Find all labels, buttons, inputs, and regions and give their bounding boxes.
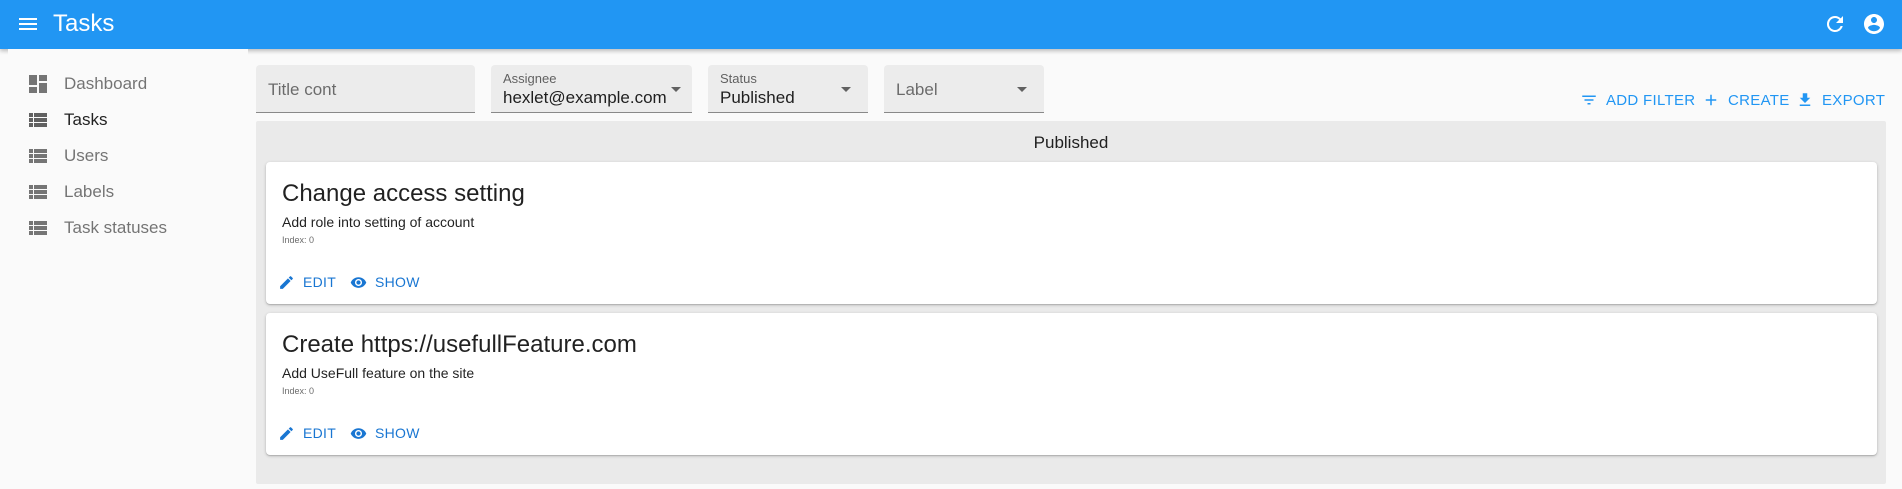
pencil-icon: [280, 275, 293, 289]
list-icon: [29, 113, 47, 127]
edit-label: EDIT: [303, 274, 337, 290]
task-card: Create https://usefullFeature.com Add Us…: [266, 313, 1877, 455]
eye-icon: [350, 276, 367, 288]
edit-button[interactable]: EDIT: [278, 271, 336, 293]
sidebar-item-label: Users: [64, 146, 109, 165]
title-filter-input[interactable]: Title cont: [256, 65, 475, 113]
title-filter-placeholder: Title cont: [268, 80, 337, 99]
chevron-down-icon: [1017, 87, 1027, 92]
chevron-down-icon: [671, 87, 681, 92]
show-button[interactable]: SHOW: [350, 422, 420, 444]
sidebar-item-label: Labels: [64, 182, 115, 201]
eye-icon: [350, 427, 367, 439]
task-description: Add UseFull feature on the site: [282, 365, 475, 381]
create-label: CREATE: [1728, 91, 1790, 109]
edit-label: EDIT: [303, 425, 337, 441]
show-button[interactable]: SHOW: [350, 271, 420, 293]
sidebar-item-label: Dashboard: [64, 74, 148, 93]
add-filter-button[interactable]: ADD FILTER: [1580, 89, 1695, 111]
status-filter-value: Published: [720, 88, 795, 107]
download-icon: [1799, 93, 1811, 106]
chevron-down-icon: [841, 87, 851, 92]
list-icon: [29, 221, 47, 235]
sidebar-item-label: Tasks: [64, 110, 108, 129]
show-label: SHOW: [375, 274, 420, 290]
task-title: Change access setting: [282, 180, 525, 207]
refresh-icon[interactable]: [1823, 12, 1847, 36]
show-label: SHOW: [375, 425, 420, 441]
export-button[interactable]: EXPORT: [1796, 89, 1885, 111]
dashboard-icon: [29, 75, 47, 93]
task-title: Create https://usefullFeature.com: [282, 331, 637, 358]
column-title: Published: [1033, 133, 1109, 152]
list-icon: [29, 149, 47, 163]
label-filter-placeholder: Label: [896, 80, 938, 99]
task-index: Index: 0: [282, 235, 315, 245]
create-button[interactable]: CREATE: [1702, 89, 1790, 111]
page-title: Tasks: [53, 10, 115, 37]
add-filter-label: ADD FILTER: [1606, 91, 1696, 109]
label-filter-select[interactable]: Label: [884, 65, 1044, 113]
app-bar: Tasks: [0, 0, 1902, 49]
task-card: Change access setting Add role into sett…: [266, 162, 1877, 304]
sidebar-item-task-statuses[interactable]: Task statuses: [8, 210, 248, 246]
sidebar-item-dashboard[interactable]: Dashboard: [8, 66, 248, 102]
task-description: Add role into setting of account: [282, 214, 475, 230]
add-icon: [1705, 94, 1717, 106]
assignee-filter-value: hexlet@example.com: [503, 88, 667, 107]
status-filter-label: Status: [720, 71, 757, 86]
export-label: EXPORT: [1822, 91, 1886, 109]
menu-icon[interactable]: [16, 12, 40, 36]
pencil-icon: [280, 426, 293, 440]
sidebar-item-users[interactable]: Users: [8, 138, 248, 174]
filter-list-icon: [1582, 95, 1596, 105]
sidebar-item-tasks[interactable]: Tasks: [8, 102, 248, 138]
sidebar: Dashboard Tasks Users Labels Task status…: [8, 49, 248, 489]
sidebar-item-label: Task statuses: [64, 218, 167, 237]
status-filter-select[interactable]: Status Published: [708, 65, 868, 113]
list-icon: [29, 185, 47, 199]
account-circle-icon[interactable]: [1862, 12, 1886, 36]
assignee-filter-label: Assignee: [503, 71, 557, 86]
edit-button[interactable]: EDIT: [278, 422, 336, 444]
assignee-filter-select[interactable]: Assignee hexlet@example.com: [491, 65, 692, 113]
sidebar-item-labels[interactable]: Labels: [8, 174, 248, 210]
kanban-column: Published Change access setting Add role…: [256, 121, 1886, 484]
task-index: Index: 0: [282, 386, 315, 396]
